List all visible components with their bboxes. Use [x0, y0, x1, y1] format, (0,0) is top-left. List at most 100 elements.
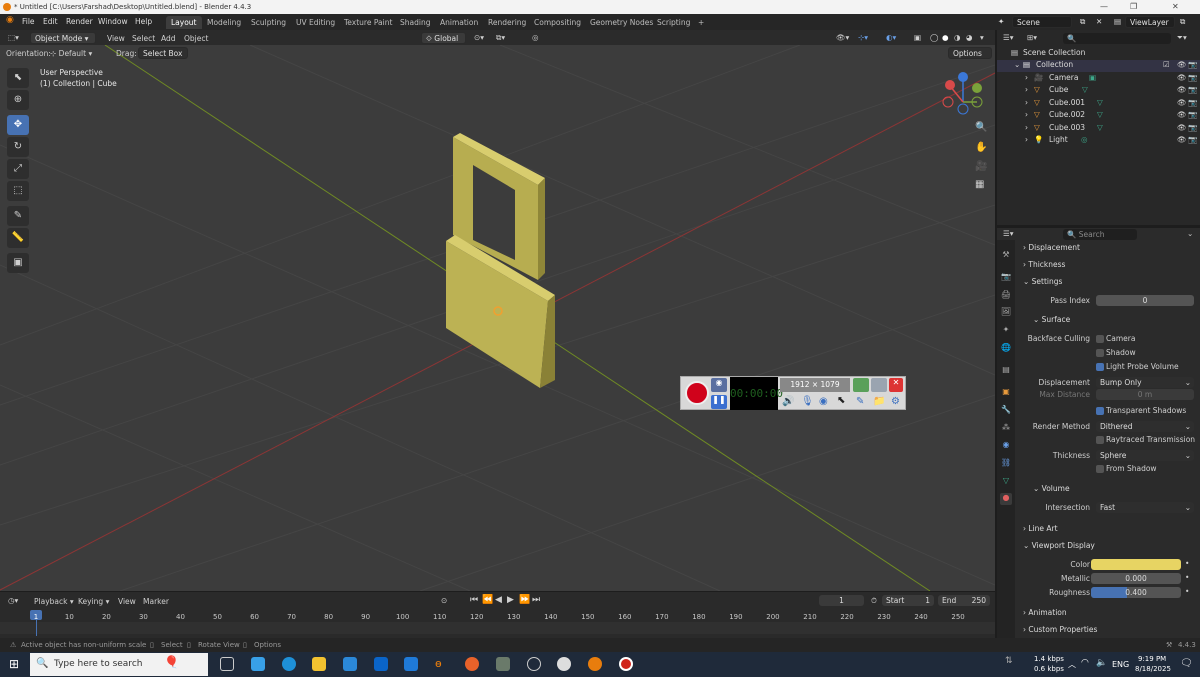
measure-tool-icon[interactable]: 📏 [7, 228, 29, 248]
particles-tab-icon[interactable]: ⁂ [1000, 423, 1012, 435]
menu-add[interactable]: Add [161, 34, 176, 43]
minimize-recorder-icon[interactable] [853, 378, 869, 392]
section-thickness[interactable]: › Thickness [1023, 260, 1065, 269]
light-probe-checkbox[interactable] [1096, 363, 1104, 371]
menu-playback[interactable]: Playback ▾ [34, 597, 74, 606]
color-swatch[interactable] [1091, 559, 1181, 570]
blender-menu-icon[interactable]: ◉ [6, 15, 14, 25]
add-cube-tool-icon[interactable]: ▣ [7, 253, 29, 273]
speaker-icon[interactable]: 🔊 [782, 396, 794, 407]
zoom-icon[interactable]: 🔍 [975, 122, 987, 133]
new-scene-icon[interactable]: ⧉ [1080, 17, 1085, 27]
camera-checkbox[interactable] [1096, 335, 1104, 343]
vscode-icon[interactable] [404, 657, 418, 671]
scene-selector[interactable]: Scene [1012, 16, 1072, 28]
section-displacement[interactable]: › Displacement [1023, 243, 1080, 252]
camera-render-icon[interactable]: 📷 [1188, 98, 1197, 107]
keyframe-dot-icon[interactable]: • [1185, 587, 1189, 596]
from-shadow-checkbox[interactable] [1096, 465, 1104, 473]
world-tab-icon[interactable]: 🌐 [1000, 343, 1012, 355]
camera-render-icon[interactable]: 📷 [1188, 110, 1197, 119]
tab-animation[interactable]: Animation [435, 16, 483, 29]
menu-select[interactable]: Select [132, 34, 155, 43]
camera-render-icon[interactable]: 📷 [1188, 60, 1197, 69]
blender-taskbar-small-icon[interactable]: ɵ [435, 657, 449, 671]
timeline-track[interactable] [0, 622, 995, 634]
timeline-editor-icon[interactable]: ◷▾ [8, 596, 18, 605]
view-layer-tab-icon[interactable]: 🖼 [1000, 307, 1012, 319]
microphone-icon[interactable]: 🎙 [801, 396, 814, 407]
jump-next-key-icon[interactable]: ⏩ [519, 595, 530, 605]
tab-modeling[interactable]: Modeling [202, 16, 246, 29]
cursor-icon[interactable]: ⬉ [837, 395, 845, 406]
menu-keying[interactable]: Keying ▾ [78, 597, 109, 606]
max-distance-field[interactable]: 0 m [1096, 389, 1194, 400]
section-settings[interactable]: ⌄ Settings [1023, 277, 1062, 286]
outliner-item-cube-002[interactable]: › ▽ Cube.002 ▽ 👁 📷 [997, 110, 1200, 122]
end-frame-field[interactable]: End 250 [938, 595, 990, 606]
webcam-icon[interactable]: ◉ [819, 396, 828, 407]
play-reverse-icon[interactable]: ◀ [495, 595, 502, 605]
constraints-tab-icon[interactable]: ⛓ [1000, 458, 1012, 470]
recorder-taskbar-icon[interactable] [619, 657, 633, 671]
maximize-icon[interactable]: ❐ [1130, 2, 1137, 11]
thickness-method-dropdown[interactable]: Sphere ⌄ [1096, 450, 1194, 461]
menu-timeline-view[interactable]: View [118, 597, 136, 606]
rendered-shading-icon[interactable]: ◕ [966, 33, 973, 42]
blender-taskbar-icon[interactable] [588, 657, 602, 671]
play-icon[interactable]: ▶ [507, 595, 514, 605]
cursor-tool-icon[interactable]: ⊕ [7, 90, 29, 110]
edge-icon[interactable] [282, 657, 296, 671]
physics-tab-icon[interactable]: ◉ [1000, 440, 1012, 452]
new-viewlayer-icon[interactable]: ⧉ [1180, 17, 1185, 27]
pass-index-field[interactable]: 0 [1096, 295, 1194, 306]
outliner-search-input[interactable]: 🔍 [1063, 33, 1171, 44]
minimize-icon[interactable]: — [1100, 2, 1108, 11]
material-shading-icon[interactable]: ◑ [954, 33, 961, 42]
settings-gear-icon[interactable]: ⚙ [891, 396, 900, 407]
tab-shading[interactable]: Shading [395, 16, 435, 29]
section-line-art[interactable]: › Line Art [1023, 524, 1058, 533]
solid-shading-icon[interactable]: ● [942, 33, 949, 42]
add-workspace-button[interactable]: + [693, 16, 709, 29]
rotate-tool-icon[interactable]: ↻ [7, 137, 29, 157]
clock-date[interactable]: 8/18/2025 [1135, 665, 1171, 673]
outliner-editor-icon[interactable]: ☰▾ [1003, 33, 1014, 42]
modifiers-tab-icon[interactable]: 🔧 [1000, 405, 1012, 417]
notifications-icon[interactable]: 🗨 [1180, 658, 1193, 669]
close-recorder-icon[interactable]: ✕ [889, 378, 903, 392]
eye-icon[interactable]: 👁 [1177, 135, 1187, 144]
raytraced-transmission-checkbox[interactable] [1096, 436, 1104, 444]
output-tab-icon[interactable]: 🖨 [1000, 290, 1012, 302]
annotate-tool-icon[interactable]: ✎ [7, 206, 29, 226]
viewlayer-selector[interactable]: ViewLayer [1125, 16, 1175, 28]
menu-object[interactable]: Object [184, 34, 208, 43]
object-tab-icon[interactable]: ▣ [1000, 387, 1012, 399]
camera-render-icon[interactable]: 📷 [1188, 73, 1197, 82]
3d-viewport[interactable]: User Perspective (1) Collection | Cube ⬉… [0, 45, 995, 591]
render-tab-icon[interactable]: 📷 [1000, 272, 1012, 284]
section-animation[interactable]: › Animation [1023, 608, 1067, 617]
collapse-recorder-icon[interactable] [871, 378, 887, 392]
collection-tab-icon[interactable]: ▤ [1000, 365, 1012, 377]
outlook-icon[interactable] [374, 657, 388, 671]
transform-orientation-selector[interactable]: ⟐ Global [421, 32, 466, 44]
stopwatch-icon[interactable]: ⏱ [871, 596, 877, 606]
copilot-icon[interactable] [251, 657, 265, 671]
clock-time[interactable]: 9:19 PM [1138, 655, 1166, 663]
metallic-field[interactable]: 0.000 [1091, 573, 1181, 584]
tab-compositing[interactable]: Compositing [529, 16, 586, 29]
collection-row[interactable]: ⌄ ▤ Collection ☑ 👁 📷 [997, 60, 1200, 72]
mode-selector[interactable]: Object Mode ▾ [30, 32, 96, 44]
camera-view-icon[interactable]: 🎥 [975, 161, 987, 172]
menu-file[interactable]: File [22, 17, 35, 26]
jump-end-icon[interactable]: ⏭ [532, 595, 540, 605]
menu-edit[interactable]: Edit [43, 17, 58, 26]
windows-start-icon[interactable]: ⊞ [9, 657, 19, 671]
gizmo-icon[interactable]: ⊹▾ [858, 33, 868, 42]
tab-texture-paint[interactable]: Texture Paint [339, 16, 397, 29]
current-frame-field[interactable]: 1 [819, 595, 864, 606]
roughness-slider[interactable]: 0.400 [1091, 587, 1181, 598]
pivot-icon[interactable]: ⊙▾ [474, 33, 484, 42]
overlay-icon[interactable]: ◐▾ [886, 33, 896, 42]
